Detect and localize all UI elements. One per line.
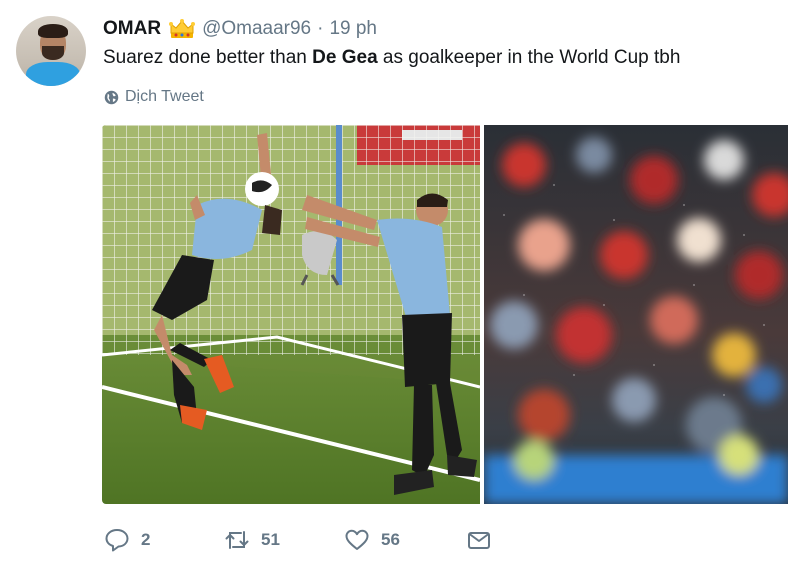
photo-crowd-blur-image xyxy=(484,125,788,504)
retweet-button[interactable]: 51 xyxy=(224,526,280,554)
tweet-text-part-1: Suarez done better than xyxy=(103,47,313,68)
translate-tweet-link[interactable]: Dịch Tweet xyxy=(104,88,204,106)
photo-goal-handball[interactable] xyxy=(102,125,480,504)
like-count: 56 xyxy=(381,530,400,549)
globe-icon xyxy=(104,90,119,104)
tweet-timestamp[interactable]: 19 ph xyxy=(329,18,377,40)
reply-icon xyxy=(105,529,129,552)
tweet-media[interactable] xyxy=(102,125,788,504)
tweet-text-part-2: as goalkeeper in the World Cup tbh xyxy=(377,47,681,68)
photo-goal-handball-image xyxy=(102,125,480,504)
tweet-text: Suarez done better than De Gea as goalke… xyxy=(103,47,680,69)
direct-message-button[interactable] xyxy=(466,526,492,554)
photo-crowd-blur[interactable] xyxy=(484,125,788,504)
retweet-icon xyxy=(225,531,249,549)
reply-count: 2 xyxy=(141,530,151,549)
translate-label: Dịch Tweet xyxy=(125,88,204,105)
reply-button[interactable]: 2 xyxy=(104,526,150,554)
retweet-count: 51 xyxy=(261,530,280,549)
user-avatar[interactable] xyxy=(16,16,86,86)
like-button[interactable]: 56 xyxy=(344,526,400,554)
crown-icon xyxy=(169,19,196,38)
avatar-beard xyxy=(42,46,64,60)
display-name[interactable]: OMAR xyxy=(103,18,161,40)
user-handle[interactable]: @Omaaar96 xyxy=(202,18,311,40)
avatar-hair xyxy=(38,24,68,38)
tweet-header: OMAR @Omaaar96 · 19 ph xyxy=(103,17,377,41)
tweet-text-bold: De Gea xyxy=(312,47,378,68)
avatar-shirt xyxy=(26,62,80,86)
header-separator: · xyxy=(317,18,324,39)
envelope-icon xyxy=(468,532,490,549)
heart-icon xyxy=(345,529,369,550)
